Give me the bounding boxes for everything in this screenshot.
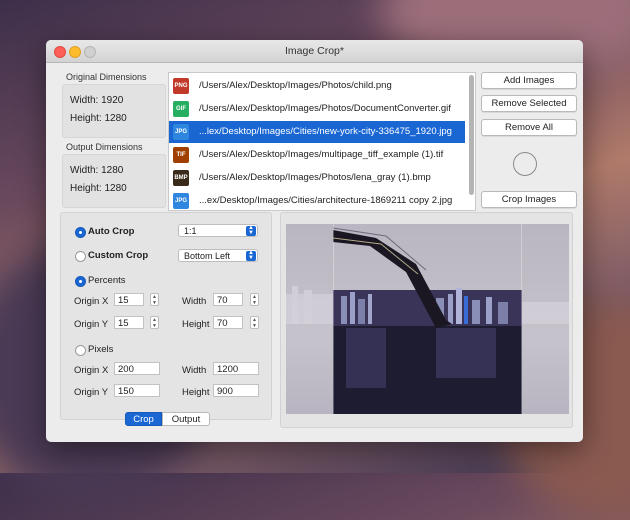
percent-width-field[interactable]: 70 (213, 293, 243, 306)
file-list[interactable]: PNG/Users/Alex/Desktop/Images/Photos/chi… (168, 72, 476, 211)
png-file-icon: PNG (173, 78, 189, 94)
original-dimensions-box: Width: 1920 Height: 1280 (62, 84, 166, 138)
remove-selected-button[interactable]: Remove Selected (481, 95, 577, 112)
percent-width-label: Width (182, 296, 207, 307)
crop-images-button[interactable]: Crop Images (481, 191, 577, 208)
window-title: Image Crop* (285, 45, 344, 57)
tif-file-icon: TIF (173, 147, 189, 163)
pixel-height-field[interactable]: 900 (213, 384, 259, 397)
auto-crop-label: Auto Crop (88, 226, 135, 237)
percent-height-field[interactable]: 70 (213, 316, 243, 329)
pixel-origin-x-label: Origin X (74, 365, 109, 376)
pixel-height-label: Height (182, 387, 210, 398)
custom-crop-anchor-value: Bottom Left (184, 251, 231, 261)
tab-output[interactable]: Output (162, 412, 210, 426)
pixel-width-label: Width (182, 365, 207, 376)
percent-origin-y-stepper[interactable]: ▲ ▼ (150, 316, 159, 329)
image-crop-window: Image Crop* Original Dimensions Width: 1… (46, 40, 583, 442)
custom-crop-label: Custom Crop (88, 250, 149, 261)
chevron-up-down-icon: ▲ ▼ (246, 225, 256, 236)
file-list-item[interactable]: PNG/Users/Alex/Desktop/Images/Photos/chi… (169, 75, 465, 97)
close-window-button[interactable] (54, 46, 66, 58)
minimize-window-button[interactable] (69, 46, 81, 58)
remove-all-button[interactable]: Remove All (481, 119, 577, 136)
gif-file-icon: GIF (173, 101, 189, 117)
original-dimensions-label: Original Dimensions (66, 72, 147, 82)
original-width: Width: 1920 (70, 95, 124, 106)
file-list-item[interactable]: TIF/Users/Alex/Desktop/Images/multipage_… (169, 144, 465, 166)
pixel-origin-y-field[interactable]: 150 (114, 384, 160, 397)
file-list-item[interactable]: JPG ...ex/Desktop/Images/Cities/architect… (169, 190, 465, 210)
file-list-item[interactable]: JPG ...lex/Desktop/Images/Cities/new-york… (169, 121, 465, 143)
chevron-up-down-icon: ▲ ▼ (246, 250, 256, 261)
custom-crop-anchor-select[interactable]: Bottom Left ▲ ▼ (178, 249, 258, 262)
percent-height-label: Height (182, 319, 210, 330)
pixel-origin-y-label: Origin Y (74, 387, 109, 398)
title-bar: Image Crop* (46, 40, 583, 63)
output-dimensions-box: Width: 1280 Height: 1280 (62, 154, 166, 208)
progress-indicator (513, 152, 537, 176)
crop-region-outline[interactable] (333, 224, 522, 414)
jpg-file-icon: JPG (173, 193, 189, 209)
pixel-origin-x-field[interactable]: 200 (114, 362, 160, 375)
file-path: ...lex/Desktop/Images/Cities/new-york-ci… (199, 126, 452, 137)
percents-radio[interactable] (75, 276, 86, 287)
percent-origin-x-label: Origin X (74, 296, 109, 307)
pixels-label: Pixels (88, 344, 114, 355)
file-path: /Users/Alex/Desktop/Images/Photos/child.… (199, 80, 392, 91)
file-list-item[interactable]: GIF/Users/Alex/Desktop/Images/Photos/Doc… (169, 98, 465, 120)
zoom-window-button[interactable] (84, 46, 96, 58)
pixels-radio[interactable] (75, 345, 86, 356)
output-width: Width: 1280 (70, 165, 124, 176)
file-path: /Users/Alex/Desktop/Images/Photos/lena_g… (199, 172, 431, 183)
output-dimensions-label: Output Dimensions (66, 142, 143, 152)
add-images-button[interactable]: Add Images (481, 72, 577, 89)
file-path: ...ex/Desktop/Images/Cities/architecture… (199, 195, 453, 206)
pixel-width-field[interactable]: 1200 (213, 362, 259, 375)
tab-crop[interactable]: Crop (125, 412, 162, 426)
output-height: Height: 1280 (70, 183, 127, 194)
bmp-file-icon: BMP (173, 170, 189, 186)
file-list-scrollbar[interactable] (469, 75, 474, 195)
auto-crop-radio[interactable] (75, 227, 86, 238)
percent-height-stepper[interactable]: ▲ ▼ (250, 316, 259, 329)
file-path: /Users/Alex/Desktop/Images/Photos/Docume… (199, 103, 451, 114)
percent-origin-y-label: Origin Y (74, 319, 109, 330)
image-preview (286, 224, 569, 414)
file-path: /Users/Alex/Desktop/Images/multipage_tif… (199, 149, 444, 160)
auto-crop-ratio-select[interactable]: 1:1 ▲ ▼ (178, 224, 258, 237)
jpg-file-icon: JPG (173, 124, 189, 140)
percent-width-stepper[interactable]: ▲ ▼ (250, 293, 259, 306)
file-list-item[interactable]: BMP/Users/Alex/Desktop/Images/Photos/len… (169, 167, 465, 189)
percent-origin-x-stepper[interactable]: ▲ ▼ (150, 293, 159, 306)
auto-crop-ratio-value: 1:1 (184, 226, 197, 236)
percent-origin-y-field[interactable]: 15 (114, 316, 144, 329)
custom-crop-radio[interactable] (75, 251, 86, 262)
original-height: Height: 1280 (70, 113, 127, 124)
percents-label: Percents (88, 275, 126, 286)
percent-origin-x-field[interactable]: 15 (114, 293, 144, 306)
